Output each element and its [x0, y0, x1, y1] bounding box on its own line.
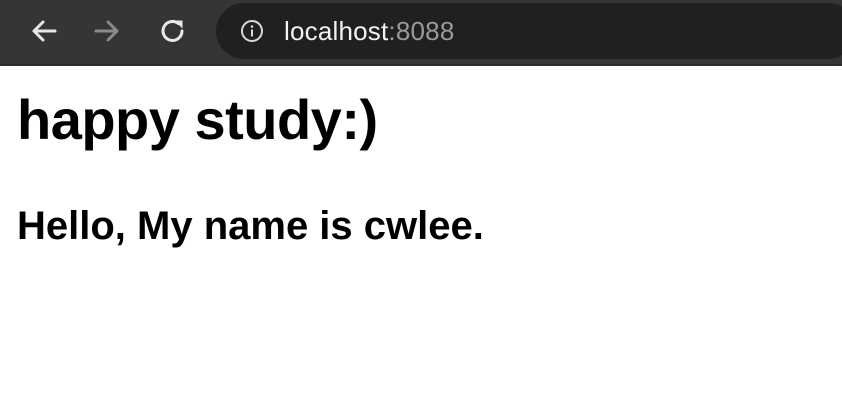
- address-bar[interactable]: localhost:8088: [216, 3, 842, 59]
- page-subheading: Hello, My name is cwlee.: [17, 204, 484, 248]
- browser-toolbar: localhost:8088: [0, 0, 842, 66]
- forward-button[interactable]: [89, 13, 125, 49]
- reload-icon: [161, 20, 184, 42]
- url-port: :8088: [388, 16, 455, 46]
- url-text[interactable]: localhost:8088: [284, 17, 455, 45]
- info-icon[interactable]: [240, 19, 264, 43]
- reload-button[interactable]: [155, 13, 191, 49]
- back-button[interactable]: [26, 13, 62, 49]
- arrow-left-icon: [32, 20, 57, 42]
- page-heading: happy study:): [17, 88, 378, 151]
- arrow-right-icon: [94, 20, 119, 42]
- url-host: localhost: [284, 16, 389, 46]
